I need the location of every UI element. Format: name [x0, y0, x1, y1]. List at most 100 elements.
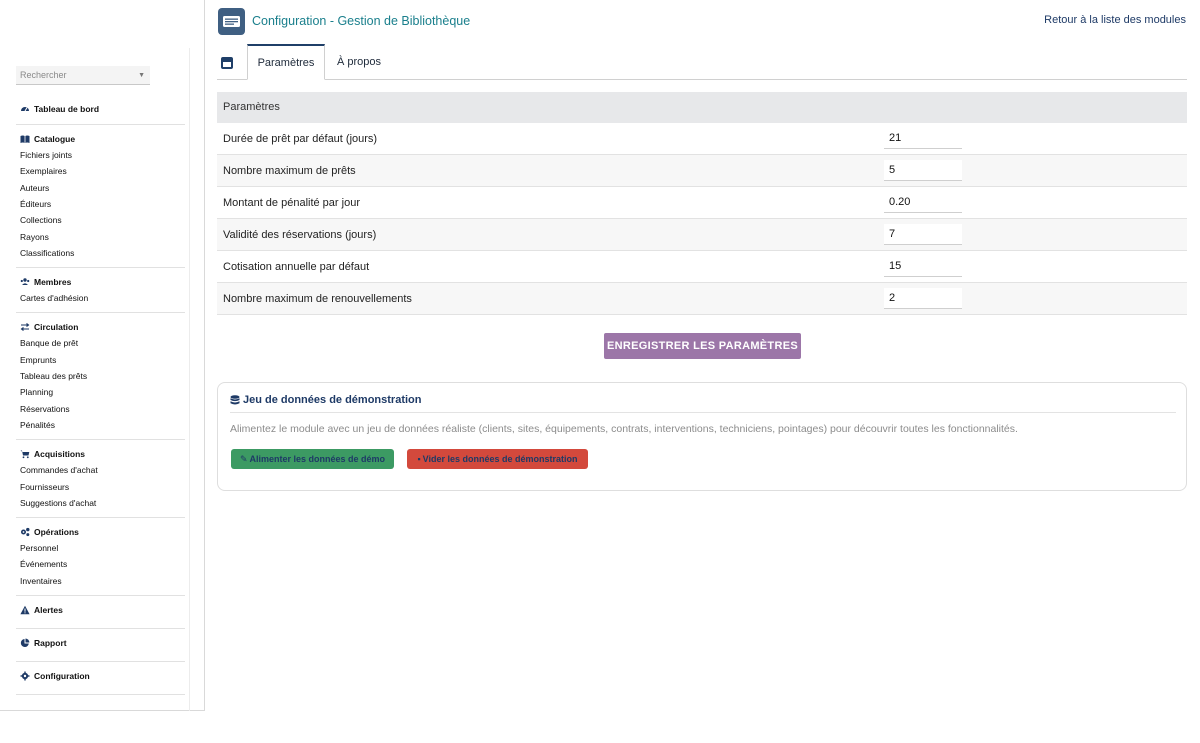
page-title: Configuration - Gestion de Bibliothèque [252, 14, 471, 28]
sidebar-item[interactable]: Événements [20, 559, 67, 569]
search-placeholder: Rechercher [20, 70, 67, 80]
sidebar-section-label: Configuration [34, 671, 90, 681]
back-to-modules-link[interactable]: Retour à la liste des modules [1044, 14, 1186, 26]
tab-bar: Paramètres À propos [217, 44, 1187, 80]
module-logo-icon [218, 8, 245, 35]
sidebar-item[interactable]: Éditeurs [20, 199, 51, 209]
annual-fee-input[interactable] [884, 256, 962, 277]
sidebar-section-rapport[interactable]: Rapport [20, 636, 67, 650]
divider [16, 517, 185, 519]
sidebar-item[interactable]: Fichiers joints [20, 150, 72, 160]
settings-table-header: Paramètres [217, 92, 1187, 123]
module-tab-icon [221, 57, 233, 69]
database-icon [230, 394, 240, 404]
setting-label: Nombre maximum de prêts [223, 165, 356, 177]
divider [16, 439, 185, 441]
cart-icon [20, 449, 34, 459]
sidebar-section-label: Acquisitions [34, 449, 86, 460]
sidebar-item[interactable]: Suggestions d'achat [20, 498, 96, 508]
gear-icon [20, 671, 34, 681]
divider [16, 595, 185, 596]
trash-icon: ▪ [417, 454, 421, 464]
sidebar-section-tableau-de-bord[interactable]: Tableau de bord [20, 102, 99, 116]
sidebar-item[interactable]: Fournisseurs [20, 482, 69, 492]
loan-duration-input[interactable] [884, 128, 962, 149]
demo-description: Alimentez le module avec un jeu de donné… [230, 423, 1018, 435]
divider [16, 312, 185, 314]
book-icon [20, 134, 34, 144]
sidebar-item[interactable]: Commandes d'achat [20, 465, 98, 475]
divider [16, 267, 185, 269]
exchange-icon [20, 322, 34, 332]
demo-card-title-text: Jeu de données de démonstration [243, 394, 422, 406]
sidebar-section-alertes[interactable]: Alertes [20, 603, 63, 617]
setting-row-max-renewals: Nombre maximum de renouvellements [217, 283, 1187, 315]
setting-label: Nombre maximum de renouvellements [223, 293, 412, 305]
magic-wand-icon: ✎ [239, 454, 248, 464]
sidebar-item[interactable]: Collections [20, 215, 62, 225]
sidebar-section-catalogue[interactable]: Catalogue [20, 132, 75, 146]
reservation-validity-input[interactable] [884, 224, 962, 245]
dashboard-icon [20, 104, 34, 114]
save-settings-button[interactable]: ENREGISTRER LES PARAMÈTRES [604, 333, 801, 359]
tab-parametres[interactable]: Paramètres [247, 44, 325, 80]
left-panel: Rechercher ▼ Tableau de bord Catalogue Fic… [0, 0, 205, 711]
fill-demo-data-button[interactable]: ✎ Alimenter les données de démo [231, 449, 394, 469]
sidebar-section-label: Rapport [34, 638, 67, 648]
sidebar-item[interactable]: Classifications [20, 248, 74, 258]
sidebar-section-circulation[interactable]: Circulation [20, 320, 78, 334]
sidebar-item[interactable]: Tableau des prêts [20, 371, 87, 381]
setting-label: Durée de prêt par défaut (jours) [223, 133, 378, 145]
sidebar-item[interactable]: Pénalités [20, 420, 55, 430]
sidebar-item[interactable]: Auteurs [20, 183, 49, 193]
sidebar-item[interactable]: Planning [20, 387, 53, 397]
setting-row-annual-fee: Cotisation annuelle par défaut [217, 251, 1187, 283]
sidebar-section-label: Tableau de bord [34, 104, 100, 114]
warning-icon [20, 605, 34, 615]
cogs-icon [20, 527, 34, 537]
sidebar-section-label: Membres [34, 277, 72, 288]
divider [16, 694, 185, 695]
sidebar-item[interactable]: Rayons [20, 232, 49, 242]
sidebar-item[interactable]: Exemplaires [20, 166, 67, 176]
setting-row-penalty-amount: Montant de pénalité par jour [217, 187, 1187, 219]
sidebar-item[interactable]: Personnel [20, 543, 58, 553]
divider [16, 661, 185, 662]
max-loans-input[interactable] [884, 160, 962, 181]
max-renewals-input[interactable] [884, 288, 962, 309]
clear-demo-data-button[interactable]: ▪ Vider les données de démonstration [407, 449, 588, 469]
penalty-amount-input[interactable] [884, 192, 962, 213]
sidebar-section-membres[interactable]: Membres [20, 275, 71, 289]
search-select[interactable]: Rechercher ▼ [16, 66, 150, 85]
pie-chart-icon [20, 638, 34, 648]
divider [16, 628, 185, 629]
fill-demo-data-label: Alimenter les données de démo [249, 454, 386, 464]
setting-row-reservation-validity: Validité des réservations (jours) [217, 219, 1187, 251]
setting-label: Validité des réservations (jours) [223, 229, 377, 241]
setting-row-max-loans: Nombre maximum de prêts [217, 155, 1187, 187]
setting-label: Cotisation annuelle par défaut [223, 261, 370, 273]
tab-a-propos[interactable]: À propos [327, 44, 391, 80]
sidebar-item[interactable]: Banque de prêt [20, 338, 78, 348]
sidebar-item[interactable]: Emprunts [20, 355, 56, 365]
sidebar-section-acquisitions[interactable]: Acquisitions [20, 447, 85, 461]
users-icon [20, 277, 34, 287]
demo-data-card: Jeu de données de démonstration Alimente… [217, 382, 1187, 491]
sidebar-section-label: Circulation [34, 322, 79, 333]
setting-label: Montant de pénalité par jour [223, 197, 360, 209]
settings-table: Paramètres Durée de prêt par défaut (jou… [217, 92, 1187, 315]
sidebar-section-configuration[interactable]: Configuration [20, 669, 90, 683]
demo-card-title: Jeu de données de démonstration [230, 394, 421, 406]
sidebar-section-label: Alertes [34, 605, 63, 615]
setting-row-loan-duration: Durée de prêt par défaut (jours) [217, 123, 1187, 155]
divider [230, 412, 1176, 413]
chevron-down-icon: ▼ [138, 72, 145, 79]
sidebar-item[interactable]: Réservations [20, 404, 70, 414]
sidebar-section-label: Opérations [34, 527, 79, 538]
divider [16, 124, 185, 125]
sidebar-item[interactable]: Inventaires [20, 576, 62, 586]
sidebar-section-operations[interactable]: Opérations [20, 525, 79, 539]
sidebar-item[interactable]: Cartes d'adhésion [20, 293, 88, 303]
clear-demo-data-label: Vider les données de démonstration [422, 454, 578, 464]
sidebar-section-label: Catalogue [34, 134, 76, 144]
